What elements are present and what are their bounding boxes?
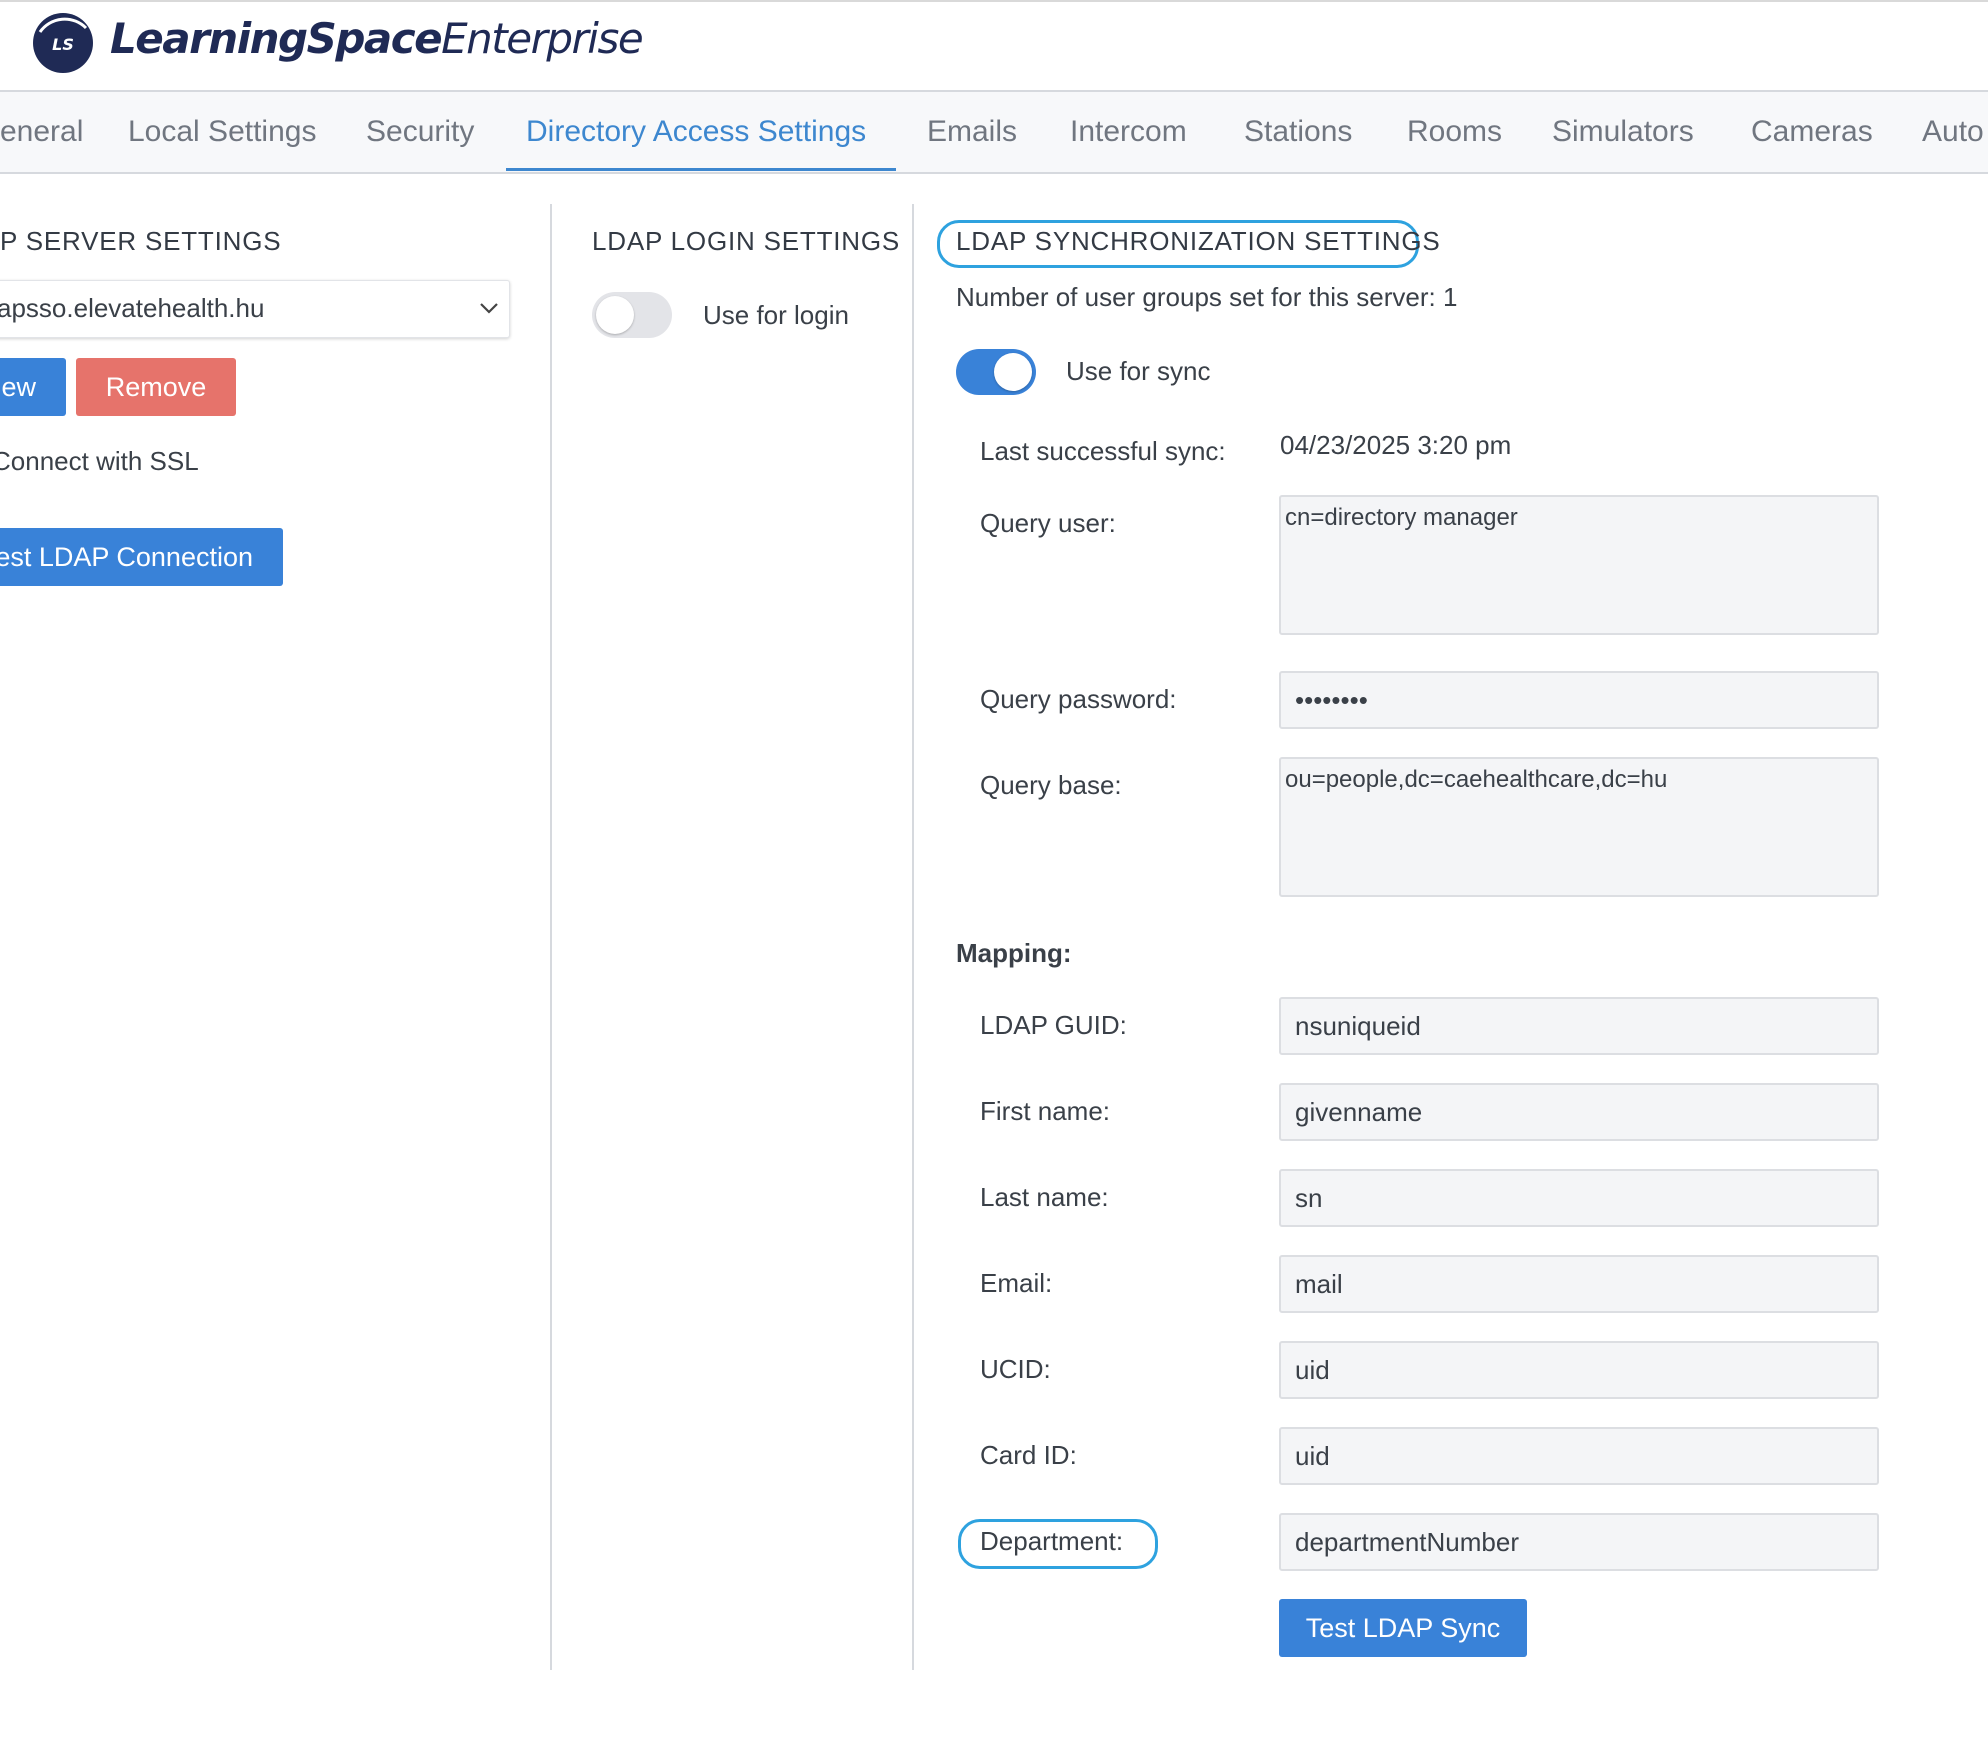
email-label: Email: xyxy=(980,1268,1053,1298)
tab-general[interactable]: eneral xyxy=(0,92,83,170)
logo-name-bold: LearningSpace xyxy=(110,14,443,63)
card-id-field[interactable]: uid xyxy=(1279,1427,1879,1485)
tab-simulators[interactable]: Simulators xyxy=(1552,92,1694,170)
last-name-field[interactable]: sn xyxy=(1279,1169,1879,1227)
new-server-button[interactable]: ew xyxy=(0,358,66,416)
tab-rooms[interactable]: Rooms xyxy=(1407,92,1502,170)
sync-settings-title: LDAP SYNCHRONIZATION SETTINGS xyxy=(956,226,1441,256)
active-tab-indicator xyxy=(506,168,896,171)
server-select-value: apsso.elevatehealth.hu xyxy=(0,293,265,323)
ucid-label: UCID: xyxy=(980,1354,1051,1384)
tab-stations[interactable]: Stations xyxy=(1244,92,1352,170)
remove-server-button[interactable]: Remove xyxy=(76,358,236,416)
tab-local-settings[interactable]: Local Settings xyxy=(128,92,316,170)
tab-intercom[interactable]: Intercom xyxy=(1070,92,1187,170)
test-ldap-connection-button[interactable]: est LDAP Connection xyxy=(0,528,283,586)
query-base-textarea[interactable]: ou=people,dc=caehealthcare,dc=hu xyxy=(1279,757,1879,897)
ldap-guid-label: LDAP GUID: xyxy=(980,1010,1127,1040)
last-name-label: Last name: xyxy=(980,1182,1109,1212)
app-logo-text: LearningSpaceEnterprise xyxy=(110,14,644,63)
first-name-field[interactable]: givenname xyxy=(1279,1083,1879,1141)
use-for-login-toggle[interactable] xyxy=(592,292,672,338)
logo-name-light: Enterprise xyxy=(441,14,644,63)
query-user-label: Query user: xyxy=(980,508,1116,538)
use-for-sync-toggle[interactable] xyxy=(956,349,1036,395)
department-field[interactable]: departmentNumber xyxy=(1279,1513,1879,1571)
use-for-login-label: Use for login xyxy=(703,300,849,330)
column-divider-left xyxy=(550,204,552,1670)
email-field[interactable]: mail xyxy=(1279,1255,1879,1313)
query-base-label: Query base: xyxy=(980,770,1122,800)
last-sync-value: 04/23/2025 3:20 pm xyxy=(1280,430,1512,460)
logo-icon: LS xyxy=(33,13,93,73)
chevron-down-icon xyxy=(480,303,498,314)
query-user-textarea[interactable]: cn=directory manager xyxy=(1279,495,1879,635)
tab-directory-access-settings[interactable]: Directory Access Settings xyxy=(526,92,866,170)
first-name-label: First name: xyxy=(980,1096,1111,1126)
use-for-sync-label: Use for sync xyxy=(1066,356,1211,386)
login-settings-title: LDAP LOGIN SETTINGS xyxy=(592,226,901,256)
tab-cameras[interactable]: Cameras xyxy=(1751,92,1873,170)
tab-auto[interactable]: Auto xyxy=(1922,92,1984,170)
tab-emails[interactable]: Emails xyxy=(927,92,1017,170)
query-password-label: Query password: xyxy=(980,684,1177,714)
card-id-label: Card ID: xyxy=(980,1440,1077,1470)
connect-ssl-label[interactable]: Connect with SSL xyxy=(0,446,199,477)
groups-info-text: Number of user groups set for this serve… xyxy=(956,282,1458,312)
last-sync-label: Last successful sync: xyxy=(980,436,1226,466)
ldap-guid-field[interactable]: nsuniqueid xyxy=(1279,997,1879,1055)
settings-tabbar: eneral Local Settings Security Directory… xyxy=(0,92,1988,174)
toggle-knob xyxy=(596,296,634,334)
logo-mark-text: LS xyxy=(52,35,74,54)
query-password-field[interactable]: •••••••• xyxy=(1279,671,1879,729)
server-select[interactable]: apsso.elevatehealth.hu xyxy=(0,280,510,338)
column-divider-right xyxy=(912,204,914,1670)
ucid-field[interactable]: uid xyxy=(1279,1341,1879,1399)
server-settings-title: P SERVER SETTINGS xyxy=(0,226,282,256)
test-ldap-sync-button[interactable]: Test LDAP Sync xyxy=(1279,1599,1527,1657)
department-label: Department: xyxy=(980,1526,1124,1556)
tab-security[interactable]: Security xyxy=(366,92,474,170)
toggle-knob xyxy=(994,353,1032,391)
mapping-heading: Mapping: xyxy=(956,938,1072,968)
